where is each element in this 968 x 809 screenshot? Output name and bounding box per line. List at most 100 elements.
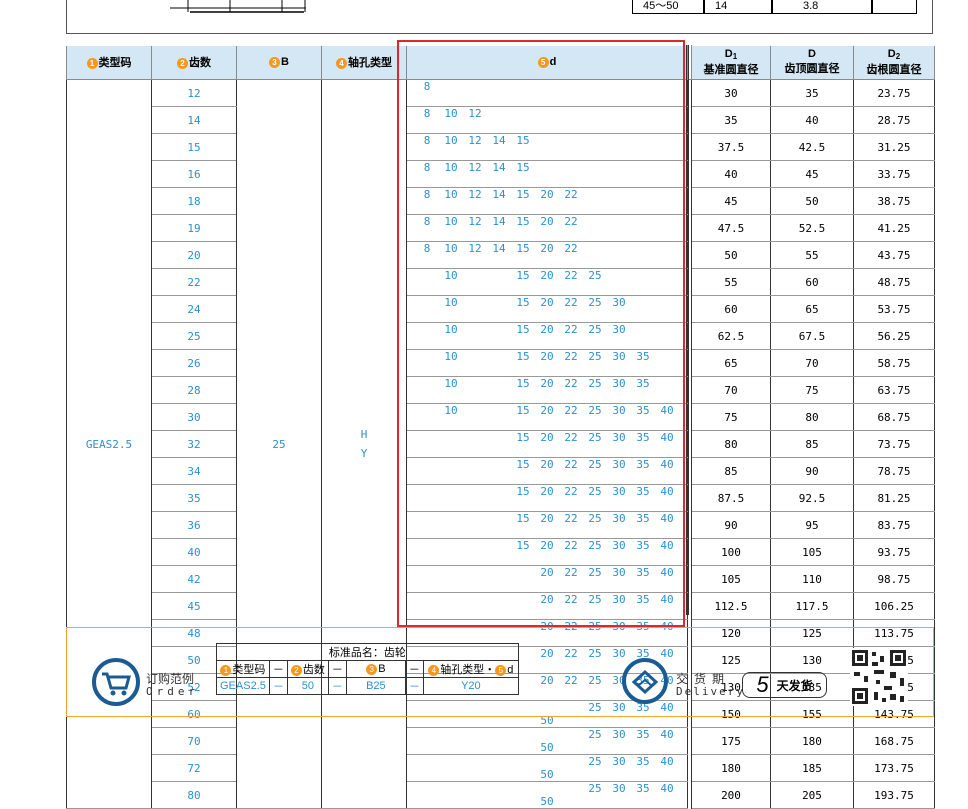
d1-cell: 30	[691, 79, 771, 107]
d1-cell: 35	[691, 106, 771, 134]
d1-cell: 45	[691, 187, 771, 215]
d-cell: 110	[770, 565, 854, 593]
order-example-header: 1 类型码 － 2 齿数 － 3B － 4 轴孔类型・ 5 d	[216, 660, 519, 678]
d1-cell: 55	[691, 268, 771, 296]
d2-cell: 53.75	[853, 295, 935, 323]
d-value: 40	[660, 782, 674, 795]
d-value: 30	[612, 755, 626, 768]
d-value: 30	[612, 782, 626, 795]
part-drawing-fragment	[170, 0, 306, 13]
d-cell: 40	[770, 106, 854, 134]
d2-cell: 58.75	[853, 349, 935, 377]
d-values-cell: 25 30 35 40 50	[406, 781, 688, 809]
teeth-cell: 42	[151, 565, 237, 593]
delivery-icon-svg	[631, 669, 659, 695]
d2-cell: 93.75	[853, 538, 935, 566]
d-cell: 92.5	[770, 484, 854, 512]
d-cell: 90	[770, 457, 854, 485]
teeth-cell: 15	[151, 133, 237, 161]
d2-cell: 23.75	[853, 79, 935, 107]
teeth-cell: 28	[151, 376, 237, 404]
delivery-unit: 天发货	[776, 678, 813, 693]
d-cell: 42.5	[770, 133, 854, 161]
d-cell: 52.5	[770, 214, 854, 242]
ex-dash: －	[268, 677, 288, 695]
d1-cell: 37.5	[691, 133, 771, 161]
delivery-truck-icon	[622, 658, 668, 704]
d1-cell: 75	[691, 403, 771, 431]
ex-v3: B25	[345, 677, 406, 695]
d-value: 35	[636, 782, 650, 795]
d1-cell: 105	[691, 565, 771, 593]
d-value: 50	[540, 741, 554, 754]
teeth-cell: 19	[151, 214, 237, 242]
ex-h2: 2 齿数	[286, 660, 329, 678]
ex-dash: －	[404, 677, 424, 695]
teeth-cell: 22	[151, 268, 237, 296]
teeth-cell: 30	[151, 403, 237, 431]
teeth-cell: 14	[151, 106, 237, 134]
d-cell: 117.5	[770, 592, 854, 620]
qr-code-icon[interactable]	[850, 648, 908, 706]
d1-cell: 100	[691, 538, 771, 566]
header-d1: D1 基准圆直径	[691, 45, 771, 80]
top-cell	[872, 0, 917, 14]
d1-cell: 87.5	[691, 484, 771, 512]
shaft-type-value: Y	[360, 447, 368, 460]
d1-cell: 40	[691, 160, 771, 188]
ex-dash: －	[404, 660, 424, 678]
d-value: 50	[540, 795, 554, 808]
teeth-cell: 25	[151, 322, 237, 350]
d1-cell: 47.5	[691, 214, 771, 242]
d2-cell: 168.75	[853, 727, 935, 755]
d2-cell: 33.75	[853, 160, 935, 188]
table-row: 72 25 30 35 40 50 180 185 173.75	[67, 754, 935, 782]
shaft-type-value: H	[360, 428, 368, 441]
d-values-cell: 25 30 35 40 50	[406, 727, 688, 755]
header-type-code: 1 类型码	[66, 45, 152, 80]
teeth-cell: 18	[151, 187, 237, 215]
d1-cell: 90	[691, 511, 771, 539]
d-cell: 105	[770, 538, 854, 566]
d-value: 25	[588, 728, 602, 741]
top-cell: 14	[704, 0, 772, 14]
d2-cell: 193.75	[853, 781, 935, 809]
d-cell: 85	[770, 430, 854, 458]
d-cell: 95	[770, 511, 854, 539]
d-cell: 55	[770, 241, 854, 269]
teeth-cell: 32	[151, 430, 237, 458]
d-cell: 75	[770, 376, 854, 404]
d-value: 35	[636, 728, 650, 741]
teeth-cell: 45	[151, 592, 237, 620]
d1-cell: 200	[691, 781, 771, 809]
ex-v4: Y20	[422, 677, 519, 695]
header-dd: D 齿顶圆直径	[770, 45, 854, 80]
d1-cell: 80	[691, 430, 771, 458]
d1-cell: 50	[691, 241, 771, 269]
ex-dash: －	[327, 677, 347, 695]
d1-cell: 180	[691, 754, 771, 782]
cart-icon	[92, 658, 140, 706]
ex-h4: 4 轴孔类型・ 5 d	[422, 660, 519, 678]
d2-cell: 106.25	[853, 592, 935, 620]
d-value: 40	[660, 728, 674, 741]
d2-cell: 43.75	[853, 241, 935, 269]
teeth-cell: 40	[151, 538, 237, 566]
ex-v1: GEAS2.5	[216, 677, 270, 695]
teeth-cell: 80	[151, 781, 237, 809]
d1-cell: 175	[691, 727, 771, 755]
d-cell: 60	[770, 268, 854, 296]
table-row: 80 25 30 35 40 50 200 205 193.75	[67, 781, 935, 809]
top-table-row: 45～50 14 3.8	[632, 0, 917, 14]
d2-cell: 31.25	[853, 133, 935, 161]
teeth-cell: 26	[151, 349, 237, 377]
teeth-cell: 72	[151, 754, 237, 782]
d2-cell: 68.75	[853, 403, 935, 431]
d2-cell: 73.75	[853, 430, 935, 458]
d-value: 30	[612, 728, 626, 741]
ex-dash: －	[268, 660, 288, 678]
d2-cell: 48.75	[853, 268, 935, 296]
d2-cell: 83.75	[853, 511, 935, 539]
cart-icon-svg	[102, 672, 131, 696]
delivery-label-en: Delivery	[676, 685, 745, 698]
